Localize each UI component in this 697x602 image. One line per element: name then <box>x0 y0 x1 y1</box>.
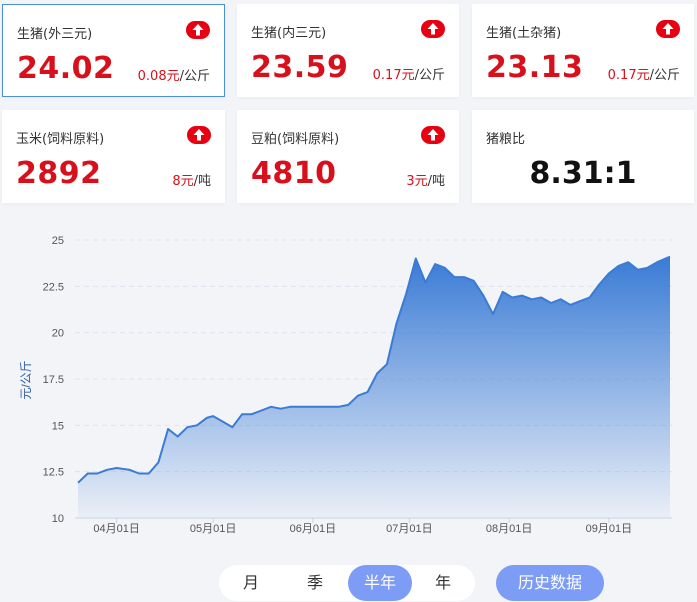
x-tick-label: 05月01日 <box>190 523 236 535</box>
price-card-corn[interactable]: 玉米(饲料原料) 2892 8元/吨 <box>2 110 225 203</box>
card-title: 猪粮比 <box>486 132 526 147</box>
change-unit: /吨 <box>427 174 445 189</box>
arrow-up-icon <box>186 21 210 39</box>
card-title: 生猪(外三元) <box>17 27 93 42</box>
card-title: 豆粕(饲料原料) <box>251 132 340 147</box>
card-price: 4810 <box>251 156 337 191</box>
y-tick-label: 20 <box>52 328 64 340</box>
change-value: 0.17元 <box>607 68 650 83</box>
x-tick-label: 06月01日 <box>290 523 336 535</box>
price-card-pig-nei[interactable]: 生猪(内三元) 23.59 0.17元/公斤 <box>237 4 459 97</box>
y-tick-label: 12.5 <box>43 467 64 479</box>
price-area-chart: 10 12.5 15 17.5 20 22.5 25 元/公斤 04月01日 05月01日 06… <box>19 235 672 535</box>
card-change: 0.17元/公斤 <box>608 64 680 83</box>
card-title: 生猪(土杂猪) <box>486 26 562 41</box>
arrow-up-icon <box>421 126 445 144</box>
ratio-value: 8.31:1 <box>529 156 637 191</box>
tab-half-year[interactable]: 半年 <box>348 565 412 601</box>
card-price: 2892 <box>16 156 102 191</box>
card-change: 3元/吨 <box>406 170 445 189</box>
y-tick-label: 22.5 <box>43 281 64 293</box>
change-unit: /吨 <box>193 174 211 189</box>
tab-quarter[interactable]: 季 <box>283 565 347 601</box>
price-card-pig-wai[interactable]: 生猪(外三元) 24.02 0.08元/公斤 <box>2 4 225 97</box>
y-tick-label: 25 <box>52 235 64 247</box>
change-unit: /公斤 <box>179 69 210 84</box>
arrow-up-icon <box>421 20 445 38</box>
y-axis-label: 元/公斤 <box>19 360 33 399</box>
tab-month[interactable]: 月 <box>219 565 283 601</box>
y-tick-label: 10 <box>52 513 64 525</box>
change-unit: /公斤 <box>649 68 680 83</box>
change-value: 8元 <box>172 174 194 189</box>
y-tick-label: 15 <box>52 420 64 432</box>
arrow-up-icon <box>656 20 680 38</box>
card-change: 0.17元/公斤 <box>373 64 445 83</box>
card-change: 0.08元/公斤 <box>138 65 210 84</box>
card-change: 8元/吨 <box>172 170 211 189</box>
change-value: 0.08元 <box>137 69 180 84</box>
x-tick-label: 08月01日 <box>486 523 532 535</box>
price-area <box>78 256 670 518</box>
x-tick-label: 04月01日 <box>93 523 139 535</box>
period-tabs: 月 季 半年 年 <box>219 565 475 601</box>
card-title: 玉米(饲料原料) <box>16 132 105 147</box>
x-tick-label: 07月01日 <box>386 523 432 535</box>
card-price: 23.13 <box>486 50 584 85</box>
price-card-pig-tuza[interactable]: 生猪(土杂猪) 23.13 0.17元/公斤 <box>472 4 694 97</box>
card-price: 24.02 <box>17 51 115 86</box>
arrow-up-icon <box>187 126 211 144</box>
change-value: 0.17元 <box>372 68 415 83</box>
tab-year[interactable]: 年 <box>411 565 475 601</box>
price-card-soymeal[interactable]: 豆粕(饲料原料) 4810 3元/吨 <box>237 110 459 203</box>
pig-grain-ratio-card[interactable]: 猪粮比 8.31:1 <box>472 110 694 203</box>
y-tick-label: 17.5 <box>43 374 64 386</box>
change-value: 3元 <box>406 174 428 189</box>
change-unit: /公斤 <box>414 68 445 83</box>
card-price: 23.59 <box>251 50 349 85</box>
history-data-button[interactable]: 历史数据 <box>496 565 604 601</box>
card-title: 生猪(内三元) <box>251 26 327 41</box>
x-tick-label: 09月01日 <box>586 523 632 535</box>
